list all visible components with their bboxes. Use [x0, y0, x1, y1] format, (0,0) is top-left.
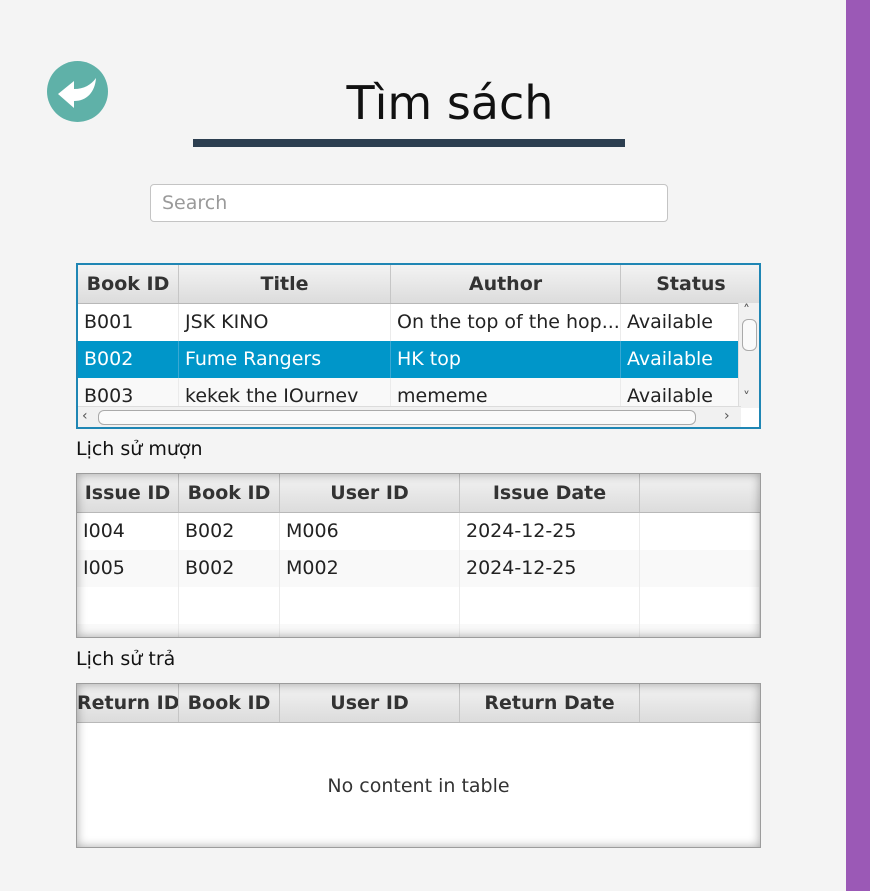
column-header-title[interactable]: Title [179, 265, 391, 303]
cell-status: Available [621, 341, 741, 378]
cell-user-id: M006 [280, 513, 460, 550]
vertical-scrollbar[interactable]: ˄ ˅ [738, 303, 759, 408]
cell-title: Fume Rangers [179, 341, 391, 378]
column-header-book-id[interactable]: Book ID [179, 684, 280, 722]
back-arrow-icon [58, 78, 96, 108]
cell-book-id: B002 [179, 550, 280, 587]
return-history-table[interactable]: Return ID Book ID User ID Return Date No… [76, 683, 761, 848]
column-header-status[interactable]: Status [621, 265, 759, 303]
cell-author: HK top [391, 341, 621, 378]
cell-book-id: B001 [78, 304, 179, 341]
column-header-return-date[interactable]: Return Date [460, 684, 640, 722]
cell-user-id: M002 [280, 550, 460, 587]
column-header-issue-id[interactable]: Issue ID [77, 474, 179, 512]
column-header-author[interactable]: Author [391, 265, 621, 303]
column-header-user-id[interactable]: User ID [280, 684, 460, 722]
scroll-down-icon[interactable]: ˅ [743, 391, 750, 405]
empty-row [77, 624, 760, 637]
empty-row [77, 587, 760, 624]
column-header-book-id[interactable]: Book ID [78, 265, 179, 303]
scroll-up-icon[interactable]: ˄ [743, 304, 750, 318]
column-header-book-id[interactable]: Book ID [179, 474, 280, 512]
cell-issue-id: I004 [77, 513, 179, 550]
page-title: Tìm sách [346, 76, 554, 130]
table-row[interactable]: I004 B002 M006 2024-12-25 [77, 513, 760, 550]
cell-title: JSK KINO [179, 304, 391, 341]
borrow-history-table[interactable]: Issue ID Book ID User ID Issue Date I004… [76, 473, 761, 638]
empty-table-message: No content in table [327, 775, 510, 797]
vertical-scroll-thumb[interactable] [742, 319, 757, 351]
column-header-issue-date[interactable]: Issue Date [460, 474, 640, 512]
cell-status: Available [621, 304, 741, 341]
cell-issue-id: I005 [77, 550, 179, 587]
scroll-right-icon[interactable]: › [724, 409, 730, 423]
cell-filler [640, 513, 760, 550]
horizontal-scrollbar[interactable]: ‹ › [78, 406, 741, 427]
books-table-header: Book ID Title Author Status [78, 265, 759, 304]
cell-author: On the top of the hop... [391, 304, 621, 341]
scroll-left-icon[interactable]: ‹ [82, 409, 88, 423]
return-history-label: Lịch sử trả [76, 648, 176, 670]
cell-filler [640, 550, 760, 587]
cell-book-id: B002 [179, 513, 280, 550]
borrow-table-header: Issue ID Book ID User ID Issue Date [77, 474, 760, 513]
search-input[interactable] [150, 184, 668, 222]
cell-issue-date: 2024-12-25 [460, 513, 640, 550]
cell-issue-date: 2024-12-25 [460, 550, 640, 587]
column-header-filler [640, 474, 760, 512]
cell-book-id: B002 [78, 341, 179, 378]
borrow-history-label: Lịch sử mượn [76, 438, 203, 460]
table-row[interactable]: I005 B002 M002 2024-12-25 [77, 550, 760, 587]
column-header-user-id[interactable]: User ID [280, 474, 460, 512]
accent-side-bar [846, 0, 870, 891]
title-underline [193, 139, 625, 147]
table-row-selected[interactable]: B002 Fume Rangers HK top Available [78, 341, 741, 378]
column-header-return-id[interactable]: Return ID [77, 684, 179, 722]
horizontal-scroll-thumb[interactable] [98, 410, 696, 425]
books-table[interactable]: Book ID Title Author Status B001 JSK KIN… [76, 263, 761, 429]
table-row[interactable]: B001 JSK KINO On the top of the hop... A… [78, 304, 741, 341]
column-header-filler [640, 684, 760, 722]
back-button[interactable] [47, 61, 108, 122]
return-table-header: Return ID Book ID User ID Return Date [77, 684, 760, 723]
